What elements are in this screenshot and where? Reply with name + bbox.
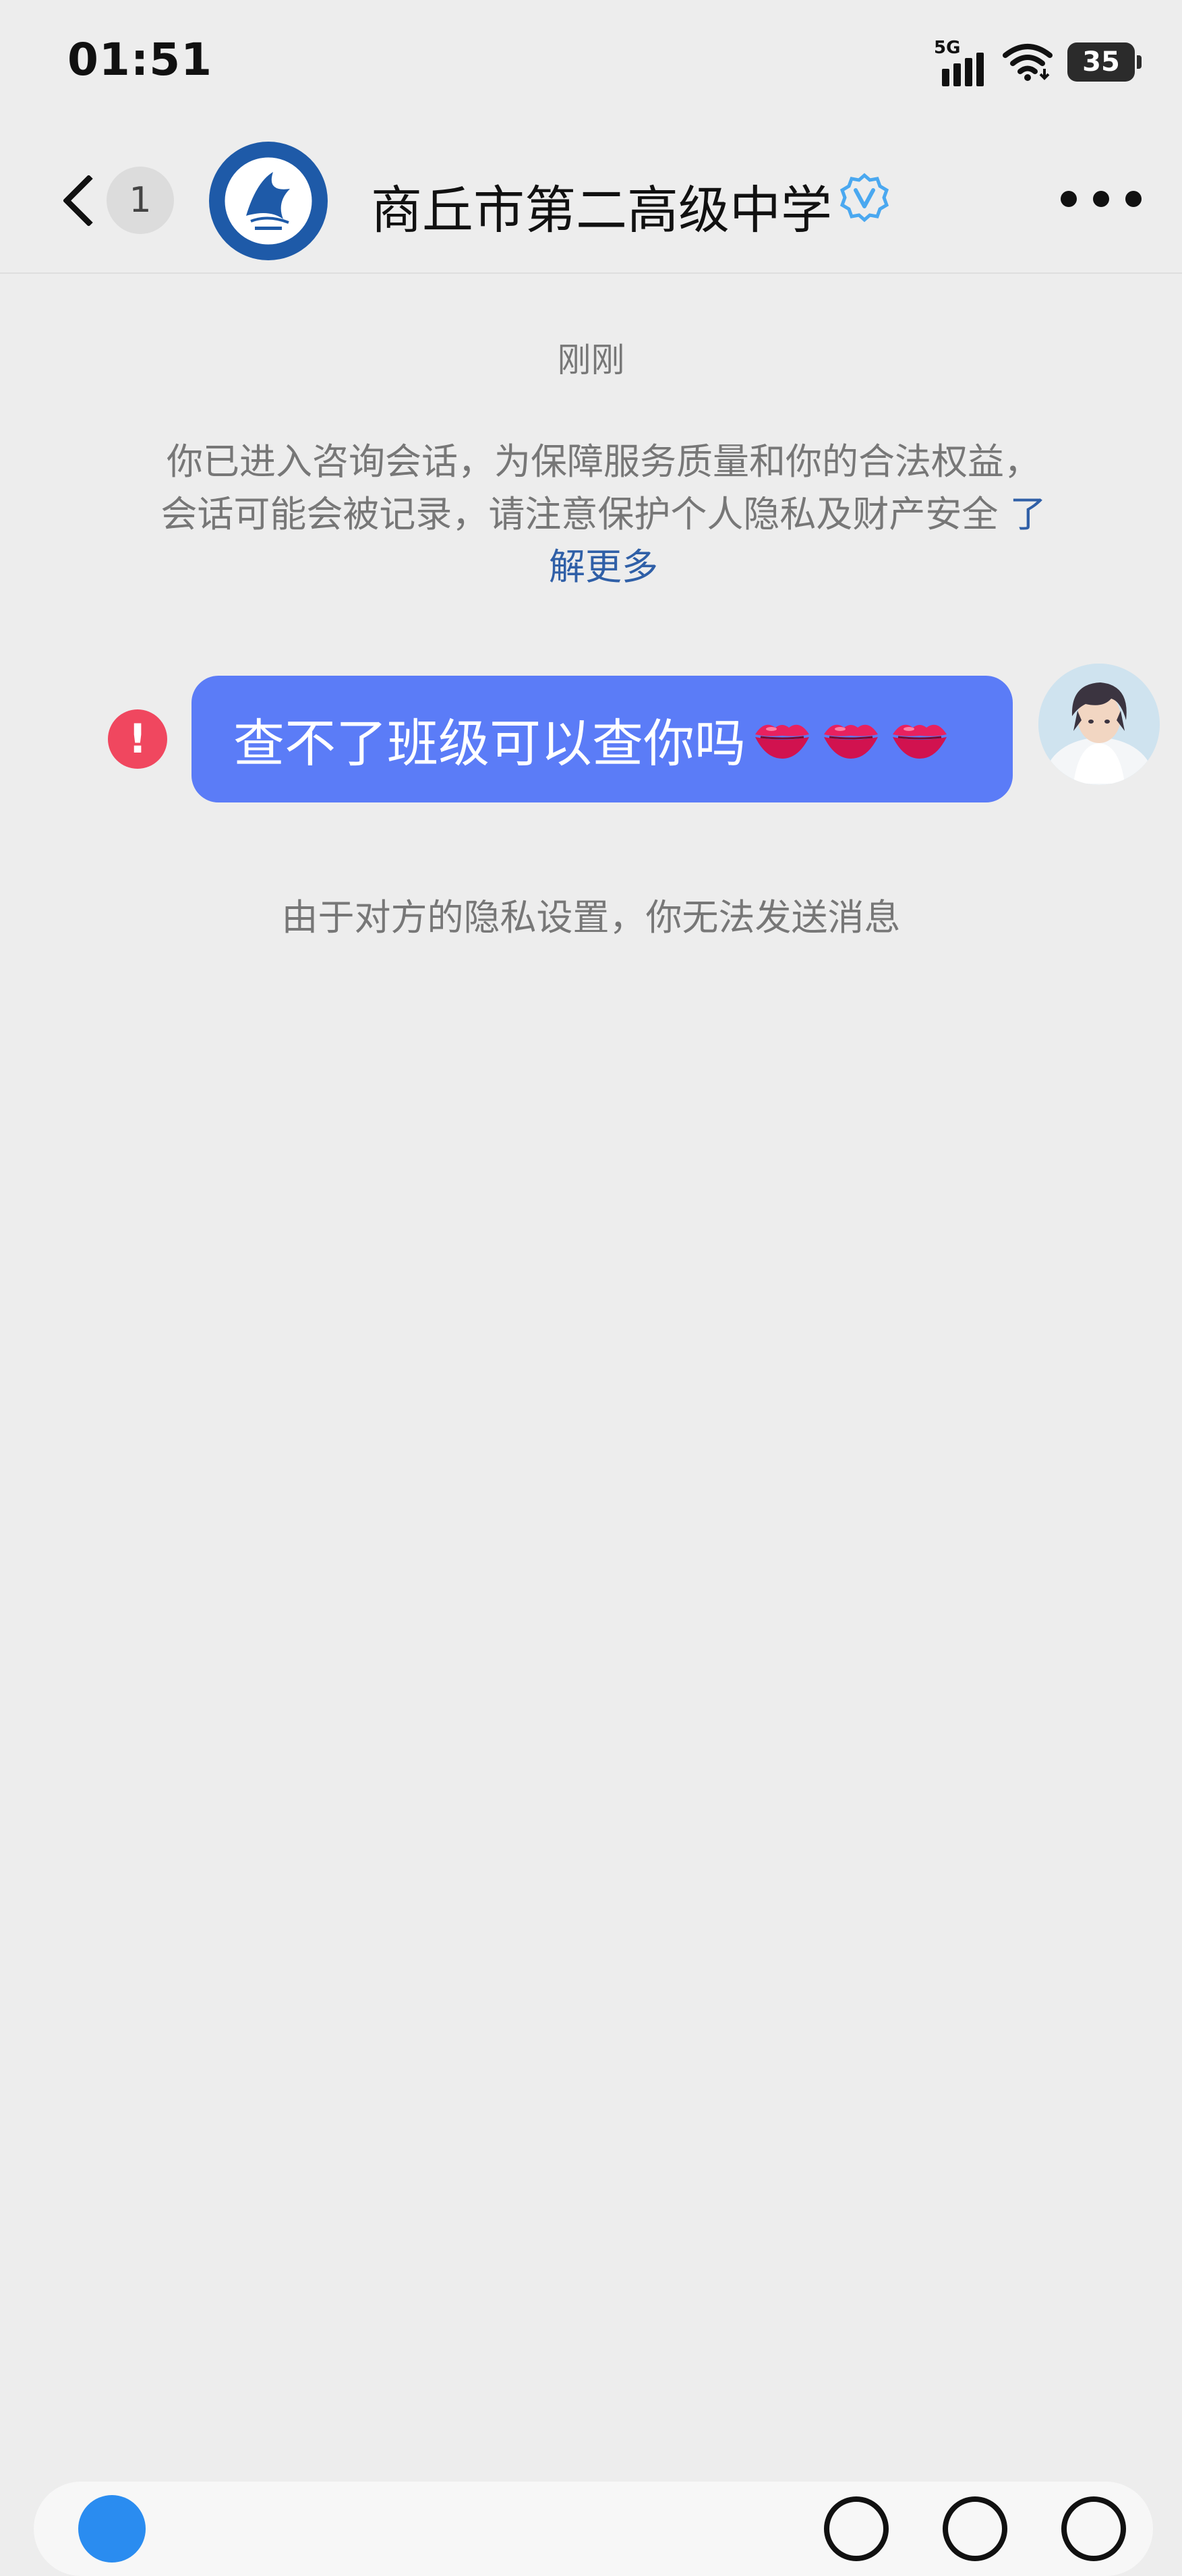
message-timestamp: 刚刚 bbox=[557, 341, 625, 380]
more-options-button[interactable] bbox=[1061, 182, 1142, 216]
kiss-mark-icon bbox=[893, 724, 947, 759]
status-time: 01:51 bbox=[67, 34, 213, 86]
add-button-icon[interactable] bbox=[1061, 2496, 1126, 2561]
chat-header: 1 商丘市第二高级中学 bbox=[0, 128, 1182, 274]
wifi-icon bbox=[1003, 43, 1053, 81]
message-text: 查不了班级可以查你吗 bbox=[233, 713, 746, 773]
chat-area: 刚刚 你已进入咨询会话，为保障服务质量和你的合法权益，会话可能会被记录，请注意保… bbox=[0, 274, 1182, 2465]
consultation-notice: 你已进入咨询会话，为保障服务质量和你的合法权益，会话可能会被记录，请注意保护个人… bbox=[155, 436, 1052, 593]
user-avatar[interactable] bbox=[1038, 664, 1160, 785]
outgoing-message-bubble[interactable]: 查不了班级可以查你吗 bbox=[191, 676, 1013, 802]
unread-count-badge: 1 bbox=[107, 167, 174, 234]
image-button-icon[interactable] bbox=[943, 2496, 1007, 2561]
input-bar bbox=[34, 2482, 1153, 2576]
more-dots-icon bbox=[1061, 191, 1077, 207]
voice-input-icon[interactable] bbox=[78, 2495, 146, 2563]
verified-badge-icon bbox=[839, 173, 889, 223]
kiss-mark-icon bbox=[755, 724, 809, 759]
chat-title: 商丘市第二高级中学 bbox=[371, 180, 832, 240]
send-failed-icon[interactable]: ! bbox=[108, 709, 167, 769]
status-icons: 5G 35 bbox=[934, 38, 1142, 86]
kiss-mark-emoji-group bbox=[751, 714, 951, 764]
battery-level: 35 bbox=[1082, 47, 1120, 78]
notice-text: 你已进入咨询会话，为保障服务质量和你的合法权益，会话可能会被记录，请注意保护个人… bbox=[160, 440, 1040, 535]
back-button[interactable]: 1 bbox=[54, 162, 189, 239]
status-bar: 01:51 5G 35 bbox=[0, 0, 1182, 128]
kiss-mark-icon bbox=[824, 724, 878, 759]
privacy-restriction-message: 由于对方的隐私设置，你无法发送消息 bbox=[281, 896, 901, 939]
battery-icon: 35 bbox=[1067, 42, 1142, 82]
school-emblem-icon[interactable] bbox=[209, 142, 328, 260]
emoji-button-icon[interactable] bbox=[824, 2496, 889, 2561]
cellular-signal-icon: 5G bbox=[934, 38, 988, 86]
input-actions bbox=[824, 2496, 1126, 2561]
